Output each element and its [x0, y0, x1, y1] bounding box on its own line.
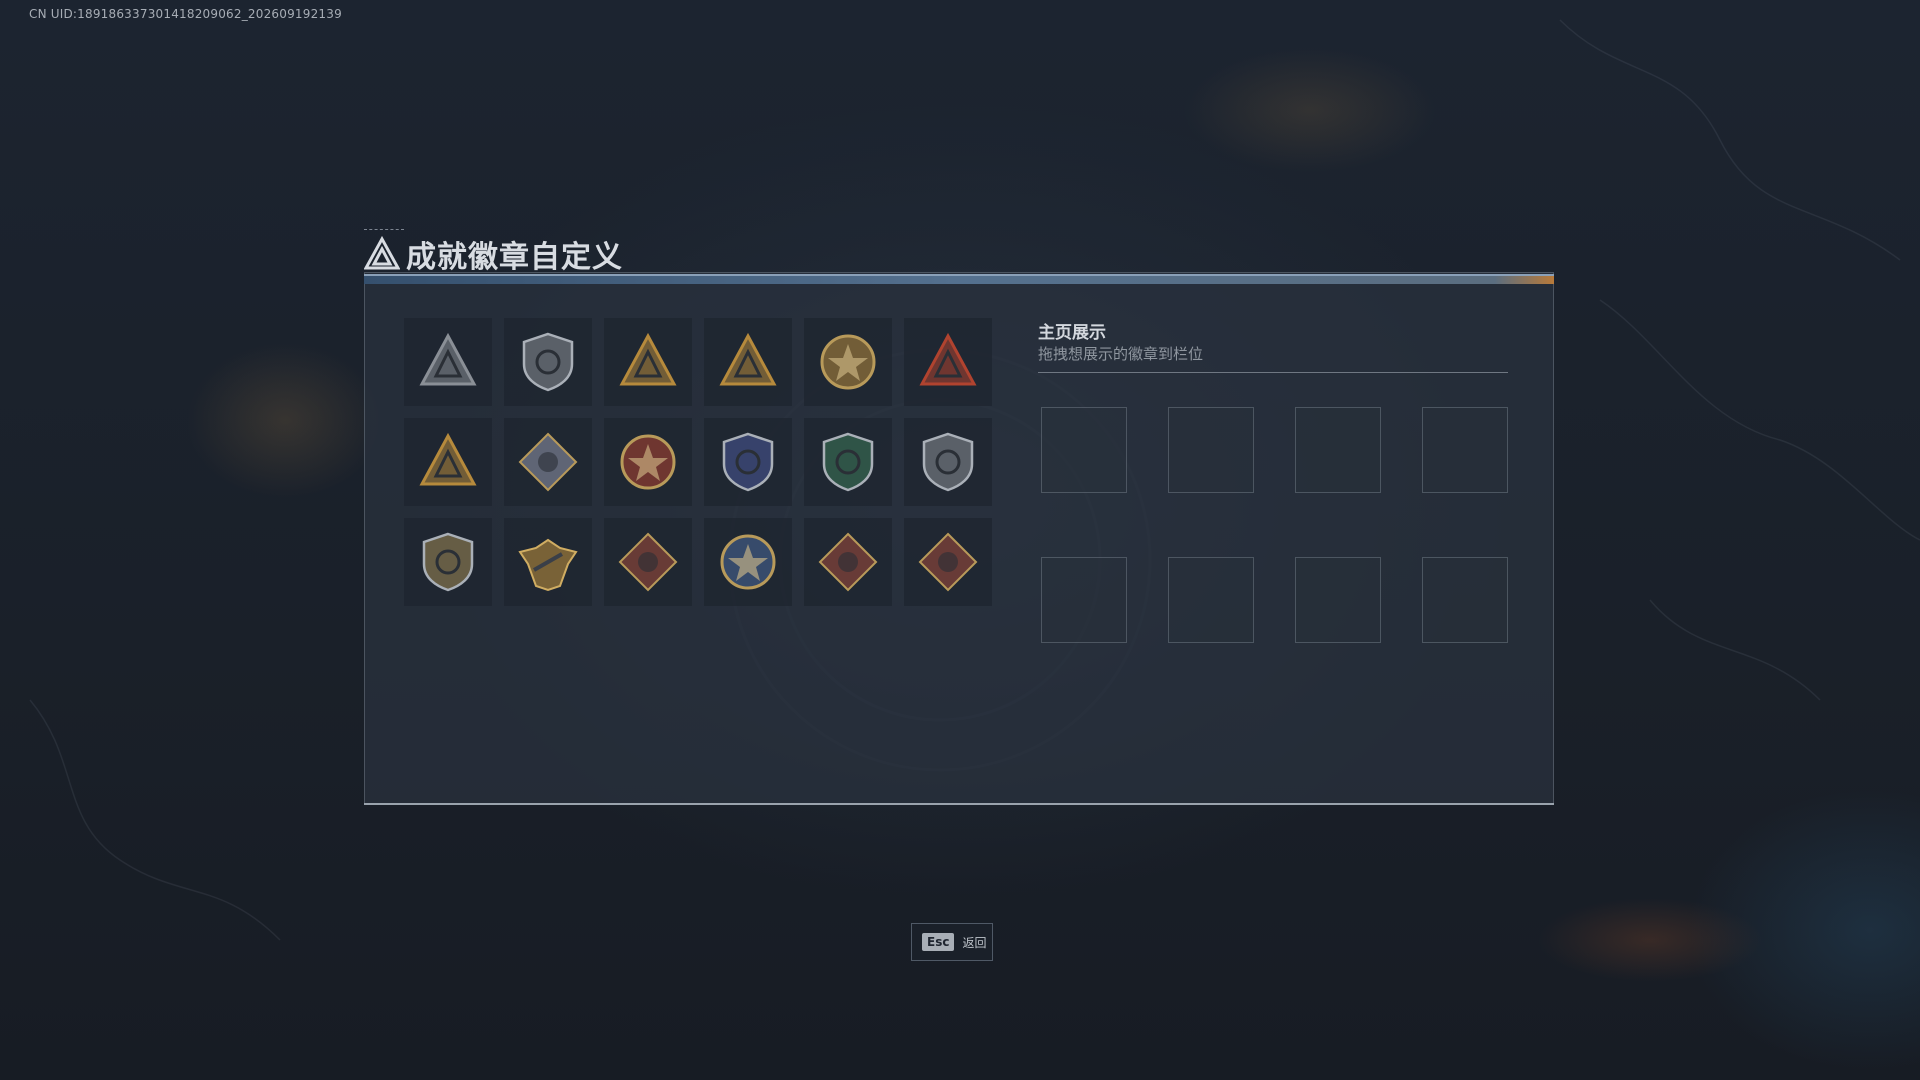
back-label: 返回 [962, 935, 987, 950]
eagle-wings-badge-icon [518, 538, 578, 592]
badge-cell[interactable] [704, 518, 792, 606]
panel-top-bar [364, 274, 1554, 284]
star-compass-badge-icon [620, 434, 676, 490]
back-button[interactable]: Esc 返回 [911, 923, 993, 961]
badge-cell[interactable] [404, 518, 492, 606]
badge-cell[interactable] [404, 418, 492, 506]
page-title: 成就徽章自定义 [406, 240, 623, 275]
diamond-crystal-badge-icon [518, 432, 578, 492]
panel-bottom-line [364, 803, 1554, 805]
flower-badge-icon [820, 334, 876, 390]
badge-cell[interactable] [504, 318, 592, 406]
panel-header: 成就徽章自定义 [364, 232, 623, 276]
badge-cell[interactable] [604, 518, 692, 606]
badge-cell[interactable] [904, 318, 992, 406]
esc-key-icon: Esc [922, 933, 955, 951]
rifle-shield-badge-icon [922, 432, 974, 492]
badge-cell[interactable] [804, 318, 892, 406]
green-shield-badge-icon [822, 432, 874, 492]
badge-cell[interactable] [604, 418, 692, 506]
uid-label: CN UID:1891863373014182090​62_2026091921… [29, 7, 342, 21]
dragon-diamond-badge-icon [818, 532, 878, 592]
display-title: 主页展示 [1038, 323, 1106, 343]
badge-grid [404, 318, 992, 606]
badge-cell[interactable] [904, 418, 992, 506]
display-divider [1038, 372, 1508, 373]
wolf-diamond-badge-icon [618, 532, 678, 592]
badge-cell[interactable] [504, 418, 592, 506]
helicopter-badge-icon [522, 332, 574, 392]
badge-cell[interactable] [804, 518, 892, 606]
badge-cell[interactable] [404, 318, 492, 406]
display-slot-grid [1041, 407, 1508, 643]
display-slot[interactable] [1422, 557, 1508, 643]
number-2-triangle-badge-icon [919, 332, 977, 386]
display-slot[interactable] [1422, 407, 1508, 493]
tower-triangle-badge-icon [719, 332, 777, 386]
blue-shield-badge-icon [722, 432, 774, 492]
display-slot[interactable] [1041, 407, 1127, 493]
badge-cell[interactable] [704, 318, 792, 406]
rifle-shield-gold-badge-icon [422, 532, 474, 592]
blue-eagle-round-badge-icon [720, 534, 776, 590]
display-slot[interactable] [1295, 407, 1381, 493]
badge-cell[interactable] [504, 518, 592, 606]
display-slot[interactable] [1295, 557, 1381, 643]
delta-logo-icon [364, 236, 400, 270]
display-subtitle: 拖拽想展示的徽章到栏位 [1038, 345, 1204, 363]
badge-cell[interactable] [704, 418, 792, 506]
badge-cell[interactable] [804, 418, 892, 506]
badge-cell[interactable] [604, 318, 692, 406]
display-slot[interactable] [1168, 407, 1254, 493]
soldiers-triangle-badge-icon [419, 432, 477, 486]
sb-triangle-badge-icon [619, 332, 677, 386]
triangle-shield-badge-icon [419, 332, 477, 386]
display-slot[interactable] [1168, 557, 1254, 643]
runner-diamond-badge-icon [918, 532, 978, 592]
display-slot[interactable] [1041, 557, 1127, 643]
badge-cell[interactable] [904, 518, 992, 606]
